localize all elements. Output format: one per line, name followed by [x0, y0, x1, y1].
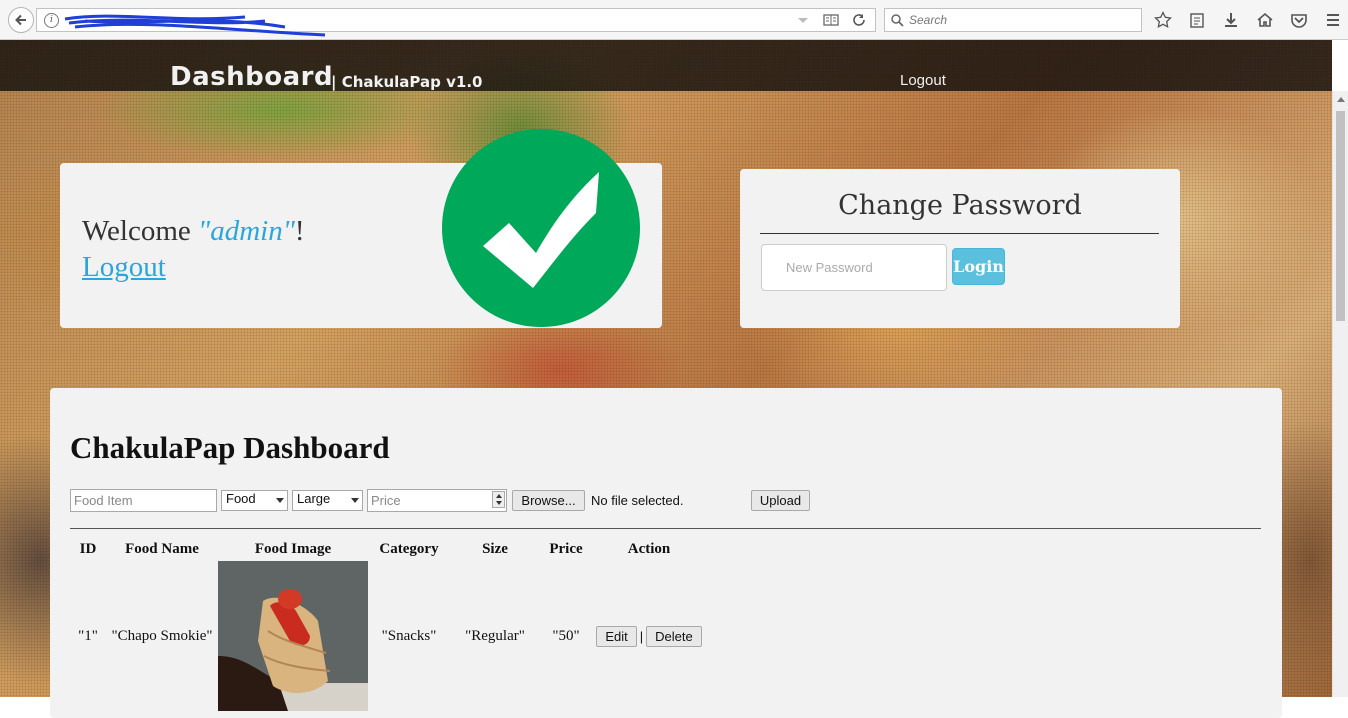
- chapo-smokie-photo: [218, 561, 368, 711]
- redacted-url-scribble: [64, 14, 326, 37]
- site-navbar: Dashboard | ChakulaPap v1.0 Logout: [0, 40, 1332, 92]
- pocket-icon[interactable]: [1288, 9, 1310, 31]
- price-stepper[interactable]: [492, 491, 505, 508]
- welcome-username: "admin": [198, 215, 295, 247]
- price-input[interactable]: [367, 489, 507, 512]
- dropdown-arrow-icon[interactable]: [795, 12, 811, 28]
- file-status-text: No file selected.: [591, 493, 684, 508]
- cell-size: "Regular": [465, 627, 525, 644]
- column-header-food-image: Food Image: [254, 541, 332, 557]
- clipboard-icon[interactable]: [1186, 9, 1208, 31]
- foods-table: ID Food Name Food Image Category Size Pr…: [70, 541, 706, 711]
- url-bar[interactable]: i: [36, 8, 876, 37]
- cell-actions: Edit | Delete: [592, 561, 706, 711]
- search-bar[interactable]: Search: [884, 8, 1142, 32]
- action-separator: |: [639, 628, 644, 644]
- cell-category: "Snacks": [381, 627, 437, 644]
- new-password-input[interactable]: [761, 244, 947, 291]
- reader-view-icon[interactable]: [823, 12, 839, 28]
- food-item-input[interactable]: [70, 489, 217, 512]
- dashboard-title: ChakulaPap Dashboard: [70, 430, 390, 465]
- category-select[interactable]: Food: [221, 490, 288, 511]
- scroll-up-arrow-icon[interactable]: [1337, 97, 1345, 102]
- search-placeholder: Search: [909, 13, 948, 27]
- scrollbar-thumb[interactable]: [1336, 111, 1345, 321]
- cell-food-image: [218, 561, 368, 711]
- login-button[interactable]: Login: [952, 248, 1005, 285]
- divider: [70, 528, 1261, 529]
- reload-icon[interactable]: [851, 12, 867, 28]
- table-row: "1" "Chapo Smokie" "Snacks" "Regular" "5…: [70, 561, 706, 711]
- cell-food-name: "Chapo Smokie": [111, 627, 213, 644]
- navbar-brand[interactable]: Dashboard: [170, 62, 333, 92]
- delete-button[interactable]: Delete: [646, 625, 702, 647]
- star-icon[interactable]: [1152, 9, 1174, 31]
- browse-button[interactable]: Browse...: [512, 490, 585, 511]
- edit-button[interactable]: Edit: [596, 625, 637, 647]
- change-password-card: Change Password Login: [740, 169, 1180, 328]
- column-header-price: Price: [549, 541, 583, 557]
- chevron-down-icon: [351, 498, 359, 503]
- column-header-category: Category: [379, 541, 439, 557]
- checkmark-icon: [442, 129, 640, 327]
- chevron-down-icon: [276, 498, 284, 503]
- table-header-row: ID Food Name Food Image Category Size Pr…: [70, 541, 706, 561]
- navbar-brand-subtitle: | ChakulaPap v1.0: [331, 73, 483, 91]
- search-icon: [891, 14, 904, 27]
- stepper-down-icon: [496, 501, 502, 505]
- welcome-message: Welcome "admin"!: [82, 215, 305, 248]
- cell-price: "50": [552, 627, 580, 644]
- back-button[interactable]: [8, 7, 34, 33]
- welcome-logout-link[interactable]: Logout: [82, 251, 166, 284]
- column-header-food-name: Food Name: [125, 541, 199, 557]
- divider: [760, 233, 1159, 234]
- stepper-up-icon: [496, 494, 502, 498]
- home-icon[interactable]: [1254, 9, 1276, 31]
- dashboard-panel: ChakulaPap Dashboard Food Large Browse..…: [50, 388, 1282, 718]
- back-arrow-icon: [15, 14, 26, 26]
- size-select[interactable]: Large: [292, 490, 363, 511]
- download-icon[interactable]: [1220, 9, 1242, 31]
- column-header-id: ID: [79, 541, 97, 557]
- welcome-prefix: Welcome: [82, 215, 199, 247]
- food-thumbnail-image: [218, 561, 368, 711]
- column-header-size: Size: [482, 541, 508, 557]
- cell-id: "1": [78, 627, 98, 644]
- change-password-title: Change Password: [838, 190, 1082, 221]
- category-select-value: Food: [226, 491, 256, 506]
- size-select-value: Large: [297, 491, 331, 506]
- browser-toolbar: i Search: [0, 0, 1348, 40]
- page-scrollbar[interactable]: [1332, 91, 1348, 697]
- column-header-action: Action: [627, 541, 671, 557]
- navbar-logout-link[interactable]: Logout: [900, 72, 946, 89]
- scrollbar-gap: [1332, 40, 1348, 91]
- welcome-suffix: !: [294, 215, 305, 247]
- upload-button[interactable]: Upload: [751, 490, 810, 511]
- price-field: [367, 489, 507, 512]
- menu-icon[interactable]: [1322, 9, 1344, 31]
